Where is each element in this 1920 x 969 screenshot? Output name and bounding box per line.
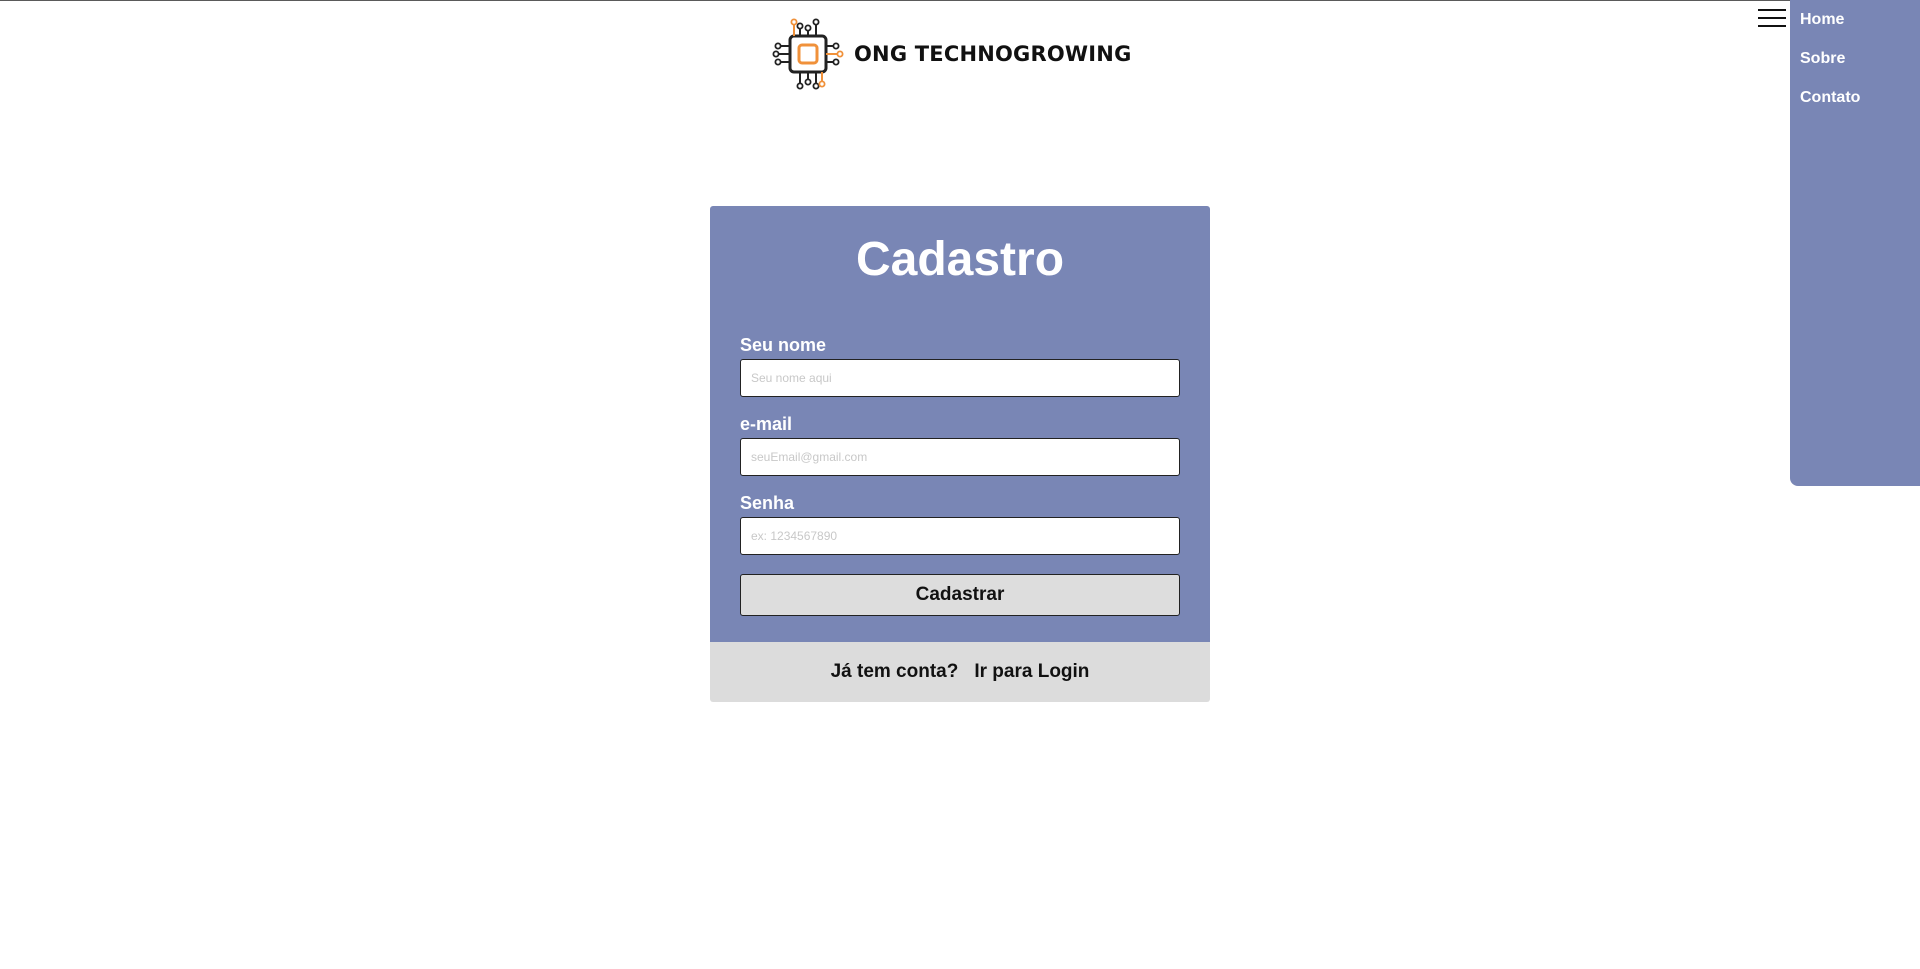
name-input[interactable] [740, 359, 1180, 397]
has-account-text: Já tem conta? [830, 661, 959, 682]
nav-item-contato[interactable]: Contato [1800, 89, 1860, 107]
side-nav: Home Sobre Contato [1790, 0, 1920, 486]
hamburger-menu-icon[interactable] [1758, 9, 1786, 29]
site-header: ONG TECHNOGROWING [772, 18, 1132, 90]
circuit-chip-icon [772, 18, 844, 90]
login-link[interactable]: Ir para Login [974, 661, 1089, 683]
email-label: e-mail [740, 414, 793, 434]
form-title: Cadastro [855, 233, 1065, 286]
nav-item-sobre[interactable]: Sobre [1800, 50, 1845, 68]
name-label: Seu nome [740, 335, 827, 355]
email-input[interactable] [740, 438, 1180, 476]
top-border [0, 0, 1920, 1]
brand-name: ONG TECHNOGROWING [854, 42, 1132, 66]
signup-form: Cadastro Seu nome e-mail Senha Cadastrar [710, 206, 1210, 642]
cadastrar-button[interactable]: Cadastrar [740, 574, 1180, 616]
signup-card: Cadastro Seu nome e-mail Senha Cadastrar… [710, 206, 1210, 702]
card-footer: Já tem conta? Ir para Login [710, 642, 1210, 702]
password-input[interactable] [740, 517, 1180, 555]
nav-item-home[interactable]: Home [1800, 11, 1844, 29]
password-label: Senha [740, 493, 795, 513]
